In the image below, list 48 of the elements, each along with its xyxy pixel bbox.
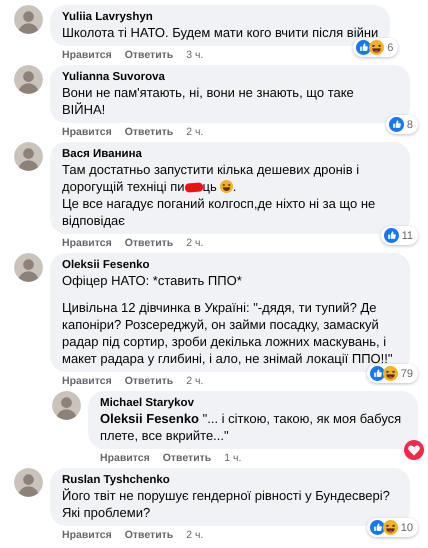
comment-time[interactable]: 1 ч. xyxy=(224,452,242,464)
comment-action-link[interactable]: Ответить xyxy=(124,529,174,541)
comment-text: Офіцер НАТО: *ставить ППО* xyxy=(62,273,242,288)
commenter-name[interactable]: Yulianna Suvorova xyxy=(62,70,398,84)
commenter-name[interactable]: Oleksii Fesenko xyxy=(62,258,398,272)
avatar-icon[interactable] xyxy=(14,468,43,497)
comment-text: дорогущій техніці пи xyxy=(62,179,185,194)
comment-text: Вони не пам'ятають, ні, вони не знають, що таке ВІЙНА! xyxy=(62,85,354,117)
avatar-icon[interactable] xyxy=(14,65,43,94)
comment-action-link[interactable]: Нравится xyxy=(62,375,112,387)
comment-time[interactable]: 2 ч. xyxy=(186,529,204,541)
laughing-face-icon xyxy=(220,180,233,193)
comment-action-link[interactable]: Нравится xyxy=(100,452,150,464)
comment-action-link[interactable]: Нравится xyxy=(62,49,112,61)
commenter-name[interactable]: Ruslan Tyshchenko xyxy=(62,473,398,487)
comment-text: . xyxy=(232,179,236,194)
comment-time[interactable]: 2 ч. xyxy=(186,126,204,138)
comment-text: Школота ті НАТО. Будем мати кого вчити після війни xyxy=(62,25,378,40)
comment-time[interactable]: 3 ч. xyxy=(186,49,204,61)
comment-text: Це все нагадує поганий колгосп,де ніхто ні за що не відповідає xyxy=(62,196,376,228)
comment-action-link[interactable]: Нравится xyxy=(62,237,112,249)
comment-text: ць xyxy=(202,179,217,194)
censor-mark xyxy=(184,182,203,193)
comment-text: Цивільна 12 дівчинка в Україні: "-дядя, ти тупий? Де капоніри? Розсереджуй, он займи посадку, замаскуй радар під сортир, зроби декілька ложних маскувань, і макет радара у глибині, і ало, не знімай локації ППО!!" xyxy=(62,300,392,366)
comment-time[interactable]: 2 ч. xyxy=(186,237,204,249)
comment-time[interactable]: 2 ч. xyxy=(186,375,204,387)
comment-action-link[interactable]: Нравится xyxy=(62,529,112,541)
reactions-badge[interactable]: 11 xyxy=(380,226,418,245)
comment-text: Oleksii Fesenko "... і сіткою, такою, як моя бабуся плете, все вкрийте..." xyxy=(100,411,402,443)
avatar-icon[interactable] xyxy=(52,391,81,420)
comment-action-link[interactable]: Ответить xyxy=(124,49,174,61)
commenter-name[interactable]: Вася Иванина xyxy=(62,147,398,161)
reactions-badge[interactable]: 8 xyxy=(386,115,418,134)
comment-action-link[interactable]: Ответить xyxy=(124,126,174,138)
comment-text: Його твіт не порушує гендерної рівності у Бундесвері? Які проблеми? xyxy=(62,488,390,520)
avatar-icon[interactable] xyxy=(14,253,43,282)
avatar-icon[interactable] xyxy=(14,5,43,34)
commenter-name[interactable]: Yuliia Lavryshyn xyxy=(62,10,378,24)
reactions-badge[interactable]: 79 xyxy=(366,364,418,383)
commenter-name[interactable]: Michael Starykov xyxy=(100,396,406,410)
reactions-badge[interactable]: 6 xyxy=(353,38,398,57)
comment-action-link[interactable]: Ответить xyxy=(124,375,174,387)
comment-action-link[interactable]: Ответить xyxy=(124,237,174,249)
comment-action-link[interactable]: Нравится xyxy=(62,126,112,138)
comment-text: Там достатньо запустити кілька дешевих дронів і xyxy=(62,162,360,177)
comment-action-link[interactable]: Ответить xyxy=(162,452,212,464)
avatar-icon[interactable] xyxy=(14,142,43,171)
reactions-badge[interactable]: 10 xyxy=(366,518,418,537)
